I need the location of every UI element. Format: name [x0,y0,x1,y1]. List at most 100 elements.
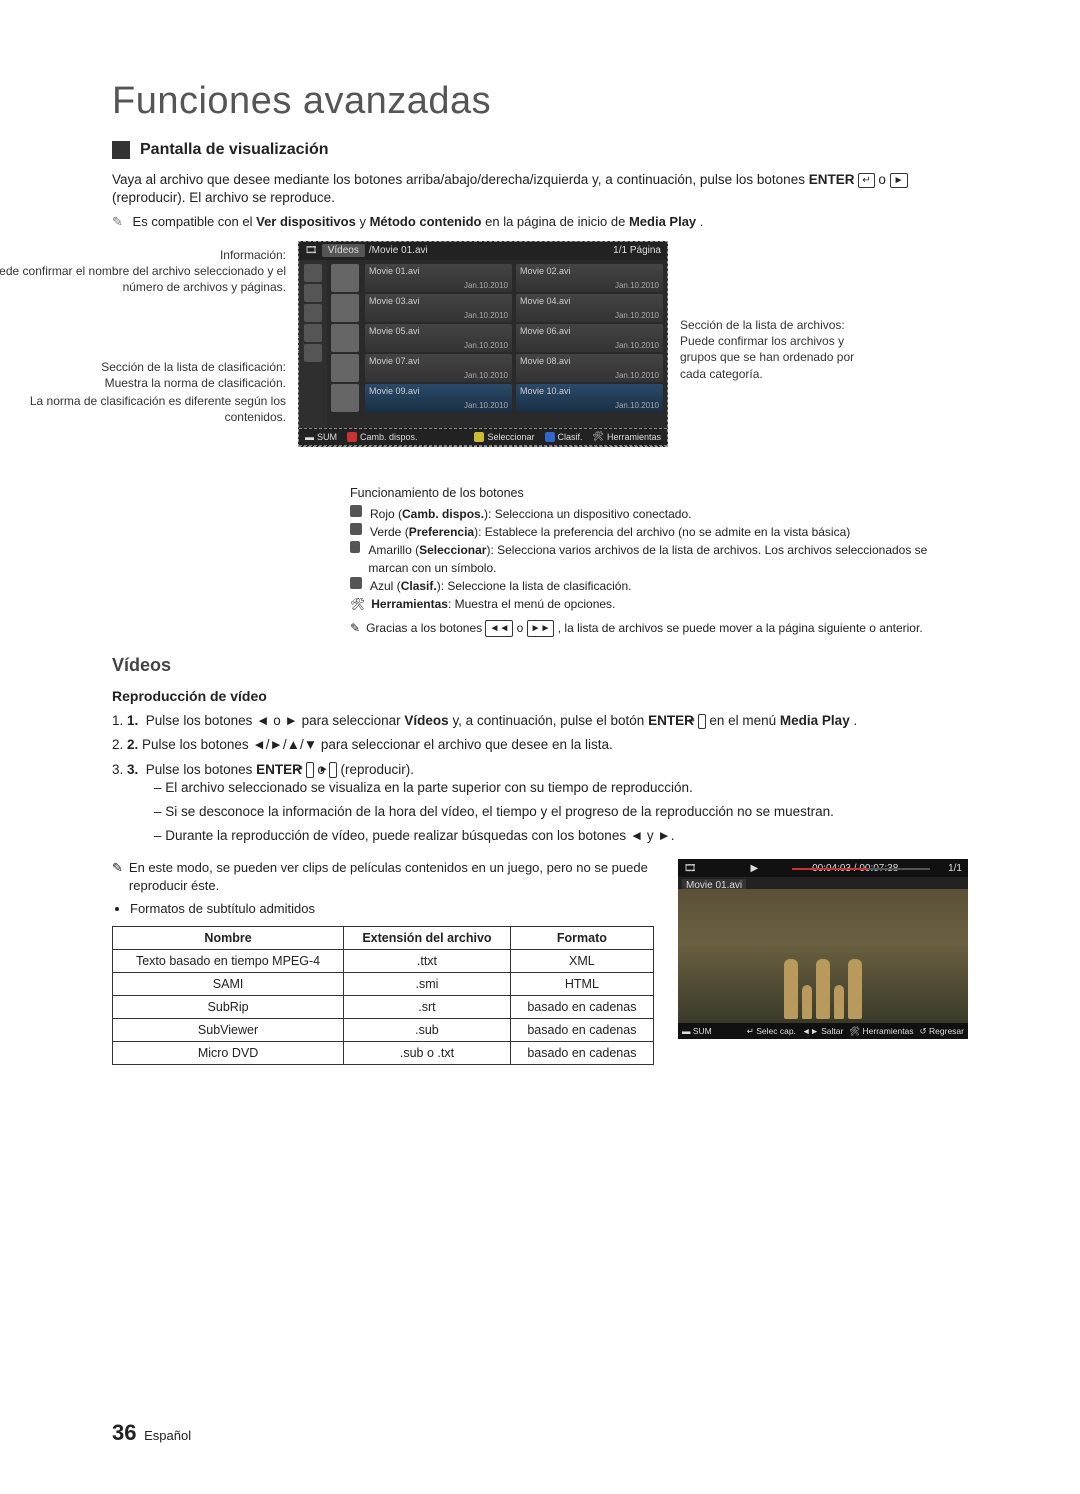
step-3: 3. Pulse los botones ENTER ↵ o ► (reprod… [112,761,968,846]
sort-icon [304,324,322,342]
key-d: Clasif. [545,432,583,442]
file-name: Movie 09.avi [369,386,420,396]
key-d-label: Clasif. [558,432,583,442]
file-thumb [331,324,359,352]
callout-info-title: Información: [220,248,286,262]
key-a: Camb. dispos. [347,432,418,442]
compat-d: Método contenido [370,214,482,229]
ops-a-bold: Camb. dispos. [402,507,484,521]
file-date: Jan.10.2010 [464,311,508,320]
s1-e: en el menú [709,713,780,728]
sum-text: SUM [693,1026,712,1036]
ops-note-c: , la lista de archivos se puede mover a … [558,621,923,635]
file-date: Jan.10.2010 [615,341,659,350]
callout-files-body: Puede confirmar los archivos y grupos qu… [680,334,854,380]
cell-ext: .sub [344,1019,511,1042]
s1-a: Pulse los botones ◄ o ► para seleccionar [146,713,405,728]
table-row: SubRip.srtbasado en cadenas [113,996,654,1019]
compat-c: y [359,214,369,229]
cell-name: SAMI [113,973,344,996]
table-row: SubViewer.subbasado en cadenas [113,1019,654,1042]
file-name: Movie 01.avi [369,266,420,276]
cell-fmt: basado en cadenas [510,996,653,1019]
table-row: SAMI.smiHTML [113,973,654,996]
hand-icon: ✎ [350,619,360,637]
blue-key-icon [545,432,555,442]
tools-icon: 🛠 [350,595,365,613]
media-play-screen: 🎞 Vídeos /Movie 01.avi 1/1 Página Movie … [298,241,668,447]
ops-t-post: : Muestra el menú de opciones. [448,597,615,611]
callout-files-title: Sección de la lista de archivos: [680,318,845,332]
videos-subhead: Reproducción de vídeo [112,688,968,704]
file-date: Jan.10.2010 [615,281,659,290]
callout-info: Información: Puede confirmar el nombre d… [0,247,286,296]
callout-files: Sección de la lista de archivos: Puede c… [680,317,855,382]
callout-info-body: Puede confirmar el nombre del archivo se… [0,264,286,294]
intro-text-b: o [878,172,889,187]
cell-ext: .srt [344,996,511,1019]
cell-name: Micro DVD [113,1042,344,1065]
giraffe-shape [834,985,844,1019]
compat-a: Es compatible con el [133,214,257,229]
sum-label: ▬ SUM [305,432,337,442]
step-2: 2. Pulse los botones ◄/►/▲/▼ para selecc… [112,736,968,754]
file-name: Movie 03.avi [369,296,420,306]
play-note: ✎ En este modo, se pueden ver clips de p… [112,859,654,894]
subtitle-table: Nombre Extensión del archivo Formato Tex… [112,926,654,1065]
tools-text: Herramientas [607,432,661,442]
ops-d-pre: Azul ( [370,579,401,593]
ops-d-bold: Clasif. [401,579,437,593]
key-c: Seleccionar [474,432,534,442]
s3-a: Pulse los botones [146,762,256,777]
red-key-icon [347,432,357,442]
intro-paragraph: Vaya al archivo que desee mediante los b… [112,171,968,207]
ops-d-post: ): Seleccione la lista de clasificación. [437,579,632,593]
s1-f: Media Play [780,713,850,728]
ops-heading: Funcionamiento de los botones [350,484,968,503]
video-frame [678,889,968,1023]
file-cell: Movie 08.aviJan.10.2010 [516,354,663,382]
key-b-icon [350,523,362,535]
intro-text-c: (reproducir). El archivo se reproduce. [112,190,335,205]
cell-name: SubViewer [113,1019,344,1042]
file-cell: Movie 01.aviJan.10.2010 [365,264,512,292]
sum-label: ▬ SUM [682,1026,712,1036]
ops-b-pre: Verde ( [370,525,409,539]
s1-d: ENTER [648,713,694,728]
s1-g: . [853,713,857,728]
vp-ret-text: Regresar [929,1026,964,1036]
file-name: Movie 04.avi [520,296,571,306]
sort-icon [304,284,322,302]
device-icon: 🎞 [684,863,697,874]
callout-class-note: ✎ La norma de clasificación es diferente… [0,393,286,425]
file-cell: Movie 10.aviJan.10.2010 [516,384,663,412]
tools-label: 🛠 Herramientas [593,431,661,442]
table-header-row: Nombre Extensión del archivo Formato [113,927,654,950]
ops-note-a: Gracias a los botones [366,621,485,635]
compat-e: en la página de inicio de [485,214,629,229]
cell-ext: .smi [344,973,511,996]
cell-ext: .ttxt [344,950,511,973]
callout-class: Sección de la lista de clasificación: Mu… [0,359,286,391]
page-lang: Español [144,1428,191,1443]
th-ext: Extensión del archivo [344,927,511,950]
media-play-diagram: Información: Puede confirmar el nombre d… [112,241,968,466]
bullet-3: Durante la reproducción de vídeo, puede … [154,827,968,845]
ops-row-a: Rojo (Camb. dispos.): Selecciona un disp… [350,505,968,523]
file-date: Jan.10.2010 [464,341,508,350]
vp-return: ↺ Regresar [920,1026,964,1037]
vp-tools: 🛠 Herramientas [849,1026,913,1037]
ops-row-d: Azul (Clasif.): Seleccione la lista de c… [350,577,968,595]
cell-ext: .sub o .txt [344,1042,511,1065]
sort-icon [304,264,322,282]
giraffe-shape [816,959,830,1019]
yellow-key-icon [474,432,484,442]
table-row: Texto basado en tiempo MPEG-4.ttxtXML [113,950,654,973]
s3-d: (reproducir). [340,762,414,777]
key-d-icon [350,577,362,589]
compat-f: Media Play [629,214,696,229]
file-cell: Movie 07.aviJan.10.2010 [365,354,512,382]
file-thumb [331,384,359,412]
vp-jump: ◄► Saltar [802,1026,843,1037]
file-date: Jan.10.2010 [615,401,659,410]
